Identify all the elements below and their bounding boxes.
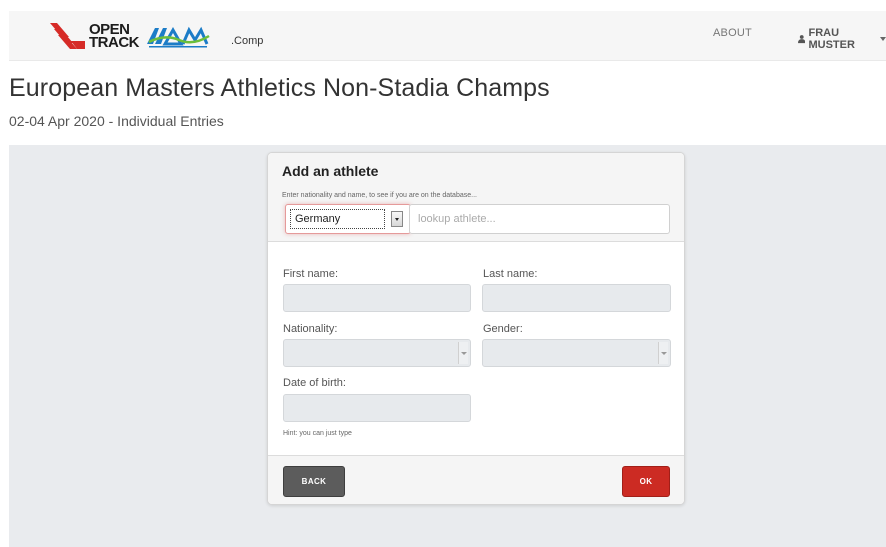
page-subtitle: 02-04 Apr 2020 - Individual Entries: [9, 113, 224, 129]
first-name-field[interactable]: [283, 284, 471, 312]
lookup-hint: Enter nationality and name, to see if yo…: [282, 192, 477, 199]
dialog-header: Add an athlete Enter nationality and nam…: [268, 153, 684, 242]
lookup-athlete-input[interactable]: lookup athlete...: [409, 204, 670, 234]
top-navbar: OPEN TRACK .Comp ABOUT FRAU MUSTER: [9, 11, 886, 61]
nav-about-link[interactable]: ABOUT: [713, 27, 752, 39]
gender-label: Gender:: [483, 323, 523, 335]
gender-select[interactable]: [482, 339, 671, 367]
last-name-field[interactable]: [482, 284, 671, 312]
emma-logo[interactable]: [145, 24, 213, 50]
chevron-down-icon: [458, 342, 468, 364]
opentrack-logo-mark: [50, 23, 85, 49]
opentrack-wordmark: OPEN TRACK: [89, 22, 140, 51]
date-of-birth-field[interactable]: [283, 394, 471, 422]
chevron-down-icon: [880, 37, 886, 41]
back-button[interactable]: BACK: [283, 466, 345, 497]
dialog-title: Add an athlete: [282, 163, 379, 179]
user-menu[interactable]: FRAU MUSTER: [798, 27, 886, 51]
date-of-birth-label: Date of birth:: [283, 377, 346, 389]
country-select-value: Germany: [290, 209, 385, 229]
nationality-select[interactable]: [283, 339, 471, 367]
ok-button[interactable]: OK: [622, 466, 670, 497]
page-title: European Masters Athletics Non-Stadia Ch…: [9, 74, 550, 102]
chevron-down-icon[interactable]: [391, 211, 403, 227]
last-name-label: Last name:: [483, 268, 538, 280]
first-name-label: First name:: [283, 268, 339, 280]
opentrack-logo[interactable]: OPEN TRACK: [49, 20, 140, 52]
nationality-label: Nationality:: [283, 323, 338, 335]
user-name: FRAU MUSTER: [808, 27, 855, 51]
logo-line-track: TRACK: [89, 34, 140, 51]
dialog-footer: BACK OK: [268, 455, 684, 504]
country-select[interactable]: Germany: [285, 204, 411, 234]
date-hint: Hint: you can just type: [283, 430, 352, 437]
comp-label: .Comp: [231, 35, 264, 47]
user-icon: [798, 35, 806, 44]
add-athlete-dialog: Add an athlete Enter nationality and nam…: [267, 152, 685, 505]
chevron-down-icon: [658, 342, 668, 364]
